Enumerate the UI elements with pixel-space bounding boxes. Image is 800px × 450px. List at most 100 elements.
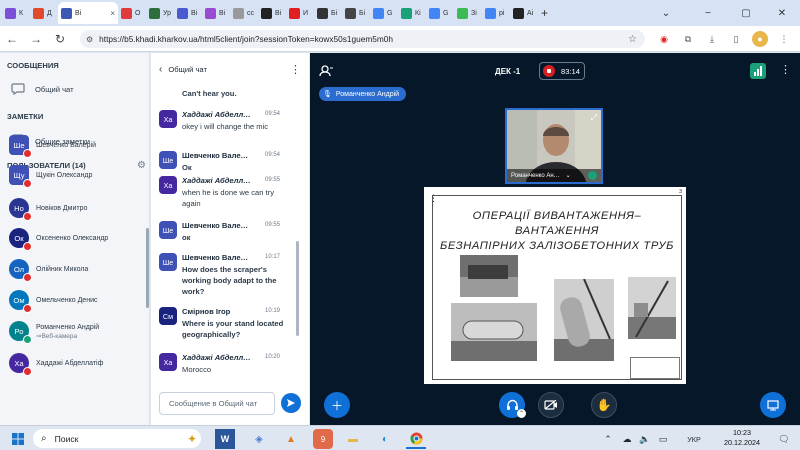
browser-tab[interactable]: G: [370, 2, 398, 24]
volume-icon[interactable]: 🔈: [635, 429, 655, 449]
back-icon[interactable]: ←: [0, 32, 24, 46]
send-message-button[interactable]: [281, 393, 301, 413]
options-menu-icon[interactable]: ⋮: [780, 63, 791, 76]
app-with-badge-icon[interactable]: 9: [313, 429, 333, 449]
chat-message-input[interactable]: Сообщение в Общий чат: [159, 392, 275, 415]
edge-browser-icon[interactable]: ◐: [375, 429, 395, 449]
browser-tab[interactable]: G: [426, 2, 454, 24]
user-name: Новіков Дмитро: [36, 204, 88, 212]
browser-tab[interactable]: Бі: [314, 2, 342, 24]
mic-muted-icon: [23, 212, 32, 221]
bookmark-star-icon[interactable]: ☆: [628, 34, 637, 45]
downloads-icon[interactable]: ⤓: [704, 31, 720, 47]
slide-photo-pipe-lifted: [554, 279, 614, 361]
tab-label: Ві: [275, 9, 282, 17]
start-windows-icon[interactable]: [8, 429, 28, 449]
file-explorer-icon[interactable]: ▬: [343, 429, 363, 449]
slide-options-icon[interactable]: ⋮: [429, 193, 438, 204]
browser-tab[interactable]: Ур: [146, 2, 174, 24]
browser-tab[interactable]: О: [118, 2, 146, 24]
maximize-button[interactable]: ▢: [728, 0, 764, 26]
profile-avatar-icon[interactable]: ●: [752, 31, 768, 47]
chrome-browser-icon[interactable]: [406, 429, 426, 449]
user-list-item[interactable]: Ок Оксененко Олександр: [0, 225, 150, 251]
recording-indicator[interactable]: 83:14: [539, 62, 585, 80]
chat-message-text: working body adapt to the: [182, 276, 277, 285]
sidepanel-icon[interactable]: ▯: [728, 31, 744, 47]
webcam-video[interactable]: ⤢ Романченко Ан… ⌄: [505, 108, 603, 184]
raise-hand-button[interactable]: ✋: [591, 392, 617, 418]
browser-tab[interactable]: Ві ×: [58, 2, 118, 24]
close-window-button[interactable]: ✕: [764, 0, 800, 26]
audio-settings-chevron-icon[interactable]: ⌃: [517, 409, 526, 418]
browser-tab[interactable]: Ві: [174, 2, 202, 24]
presentation-slide[interactable]: 3 ⋮ ОПЕРАЦІЇ ВИВАНТАЖЕННЯ–ВАНТАЖЕННЯ БЕЗ…: [424, 187, 686, 384]
browser-tab[interactable]: Зі: [454, 2, 482, 24]
tab-favicon-icon: [233, 7, 244, 19]
reload-icon[interactable]: ↻: [48, 32, 72, 46]
mic-muted-icon: [23, 273, 32, 282]
browser-tab[interactable]: Бі: [342, 2, 370, 24]
connection-status-icon[interactable]: [750, 63, 766, 79]
matlab-app-icon[interactable]: ▲: [281, 429, 301, 449]
browser-tab[interactable]: Кі: [398, 2, 426, 24]
user-list-toggle-icon[interactable]: [319, 65, 333, 80]
extension-icon[interactable]: ◉: [656, 31, 672, 47]
address-bar[interactable]: ⚙ https://b5.khadi.kharkov.ua/html5clien…: [80, 30, 645, 48]
user-name: Омельченко Денис: [36, 296, 98, 304]
user-list-item[interactable]: Ро Романченко Андрій ⇒Веб-камера: [0, 318, 150, 344]
share-webcam-button[interactable]: [538, 392, 564, 418]
browser-tab[interactable]: Ві: [202, 2, 230, 24]
taskbar-clock[interactable]: 10:23 20.12.2024: [717, 428, 767, 448]
slide-photo-trucks: [460, 255, 518, 297]
user-list-item[interactable]: Щу Щукін Олександр: [0, 162, 150, 188]
chat-sender-name: Шевченко Вале…: [182, 253, 249, 262]
browser-tab[interactable]: И: [286, 2, 314, 24]
extensions-puzzle-icon[interactable]: ⧉: [680, 31, 696, 47]
user-list-item[interactable]: Ше Шевченко Валерій: [0, 132, 150, 158]
chevron-left-icon[interactable]: ‹: [159, 64, 162, 75]
avatar-initials: Щу: [13, 170, 25, 180]
user-list-item[interactable]: Ол Олійник Микола: [0, 256, 150, 282]
tab-search-button[interactable]: ⌄: [648, 0, 684, 26]
tab-label: К: [19, 9, 24, 17]
taskbar: ⌕ Поиск ✦ W ◈ ▲ 9 ▬ ◐ ⌃ ☁ 🔈 ▭ УКР 10:23 …: [0, 425, 800, 450]
word-app-icon[interactable]: W: [215, 429, 235, 449]
dropdown-icon[interactable]: ⌄: [566, 172, 571, 179]
browser-tab[interactable]: cc: [230, 2, 258, 24]
minimize-button[interactable]: −: [690, 0, 726, 26]
taskbar-search-input[interactable]: ⌕ Поиск ✦: [33, 429, 201, 448]
browser-tab[interactable]: Ai: [510, 2, 538, 24]
tab-label: Ві: [75, 9, 82, 17]
user-name: Щукін Олександр: [36, 171, 93, 179]
browser-tab[interactable]: К: [2, 2, 30, 24]
close-tab-icon[interactable]: ×: [110, 9, 115, 18]
fullscreen-icon[interactable]: ⤢: [591, 113, 597, 123]
browser-menu-icon[interactable]: ⋮: [776, 31, 792, 47]
notifications-icon[interactable]: 🗨: [774, 429, 794, 449]
app-icon[interactable]: ◈: [249, 429, 269, 449]
presentation-toggle-button[interactable]: [760, 392, 786, 418]
user-list-item[interactable]: Ом Омельченко Денис: [0, 287, 150, 313]
tray-expand-icon[interactable]: ⌃: [598, 429, 618, 449]
sidebar-item-public-chat[interactable]: Общий чат: [0, 79, 150, 99]
new-tab-button[interactable]: +: [538, 2, 558, 24]
site-info-icon[interactable]: ⚙: [86, 35, 93, 44]
talking-indicator: 🎙 Романченко Андрій: [319, 87, 407, 101]
chat-options-icon[interactable]: ⋮: [290, 63, 301, 76]
user-list-scrollbar[interactable]: [146, 228, 149, 308]
browser-tab[interactable]: рі: [482, 2, 510, 24]
user-list-item[interactable]: Ха Хаддажі Абделлатіф: [0, 350, 150, 376]
browser-tab[interactable]: Д: [30, 2, 58, 24]
battery-icon[interactable]: ▭: [653, 429, 673, 449]
input-language[interactable]: УКР: [677, 429, 711, 449]
actions-add-button[interactable]: ＋: [324, 392, 350, 418]
avatar: Но: [9, 198, 32, 221]
chat-message-text: How does the scraper's: [182, 265, 267, 274]
onedrive-icon[interactable]: ☁: [617, 429, 637, 449]
chat-scrollbar[interactable]: [296, 241, 299, 336]
user-list-item[interactable]: Но Новіков Дмитро: [0, 195, 150, 221]
forward-icon[interactable]: →: [24, 32, 48, 46]
browser-tab[interactable]: Ві: [258, 2, 286, 24]
meeting-title: ДЕК -1: [495, 67, 521, 76]
